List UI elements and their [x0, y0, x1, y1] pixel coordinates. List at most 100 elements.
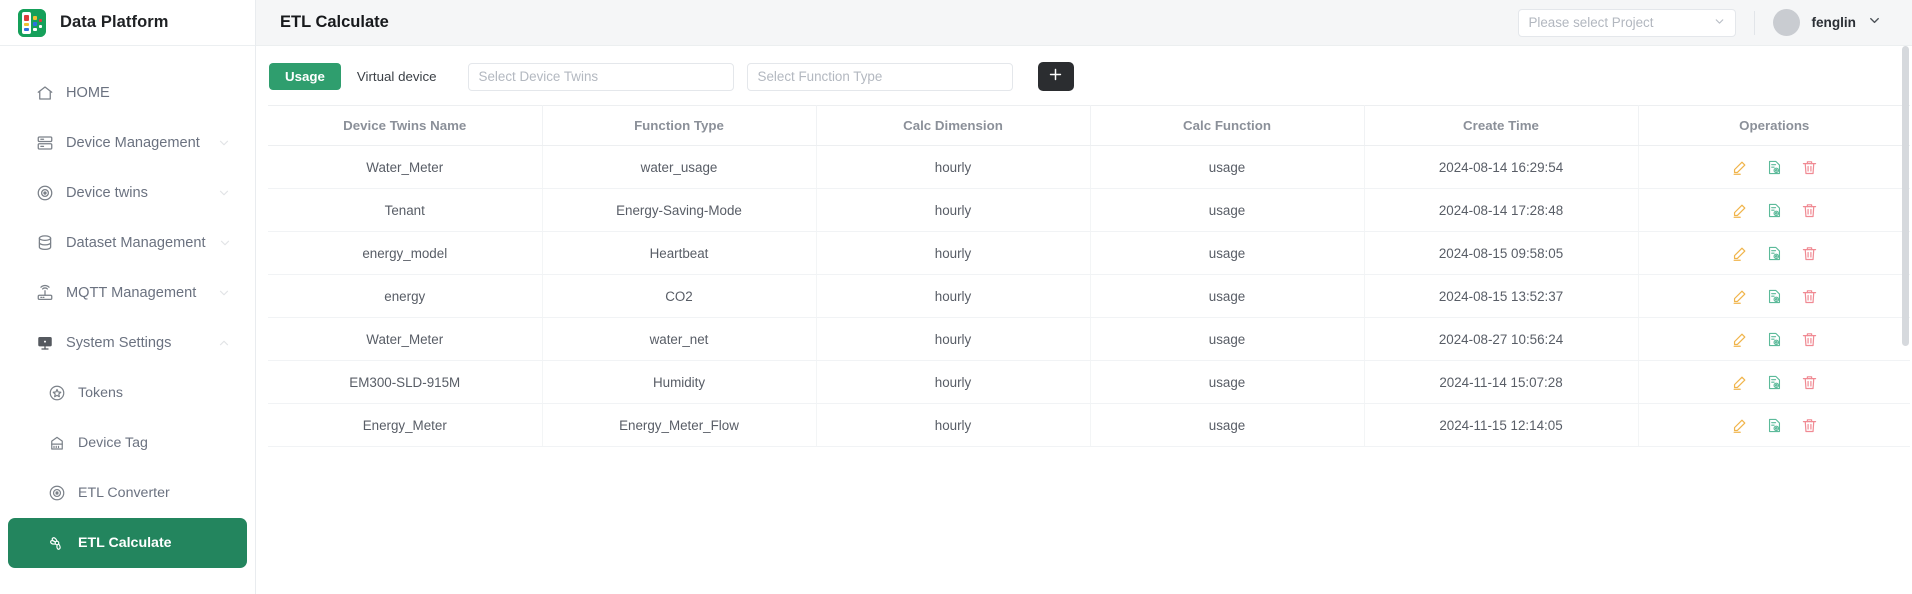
vertical-scrollbar[interactable]: [1902, 46, 1909, 594]
chevron-down-icon[interactable]: [218, 236, 232, 250]
cell-calc-dimension: hourly: [816, 231, 1091, 275]
cell-calc-function: usage: [1090, 317, 1365, 361]
topbar: ETL Calculate Please select Project feng…: [256, 0, 1912, 46]
cell-function-type: Humidity: [542, 360, 817, 404]
table-row[interactable]: EM300-SLD-915M Humidity hourly usage 202…: [268, 360, 1910, 404]
edit-icon[interactable]: [1731, 245, 1748, 262]
sidebar-item-home[interactable]: HOME: [8, 68, 247, 118]
row-operations: [1639, 159, 1911, 176]
edit-icon[interactable]: [1731, 417, 1748, 434]
target-icon: [36, 184, 54, 202]
converter-icon: [48, 484, 66, 502]
cell-create-time: 2024-08-14 16:29:54: [1364, 145, 1639, 189]
sidebar-item-device-tag[interactable]: Device Tag: [8, 418, 247, 468]
table-row[interactable]: energy_model Heartbeat hourly usage 2024…: [268, 231, 1911, 275]
cell-calc-dimension: hourly: [816, 403, 1091, 447]
sidebar-item-label: Device Tag: [78, 435, 148, 451]
delete-icon[interactable]: [1801, 374, 1818, 391]
detail-icon[interactable]: [1766, 245, 1783, 262]
chevron-up-icon[interactable]: [217, 336, 231, 350]
tab-virtual-device[interactable]: Virtual device: [340, 63, 453, 90]
chevron-down-icon[interactable]: [217, 286, 231, 300]
table-head: Device Twins Name Function Type Calc Dim…: [268, 105, 1910, 146]
cell-device-twins-name: Water_Meter: [268, 317, 543, 361]
delete-icon[interactable]: [1801, 331, 1818, 348]
function-type-filter-input[interactable]: Select Function Type: [746, 62, 1013, 91]
detail-icon[interactable]: [1766, 159, 1783, 176]
cell-calc-function: usage: [1090, 145, 1365, 189]
sidebar-item-tokens[interactable]: Tokens: [8, 368, 247, 418]
cell-calc-function: usage: [1090, 231, 1365, 275]
cell-device-twins-name: Water_Meter: [268, 145, 543, 189]
table-row[interactable]: Tenant Energy-Saving-Mode hourly usage 2…: [268, 188, 1911, 232]
app-root: Data Platform HOME Device Management Dev…: [0, 0, 1912, 594]
detail-icon[interactable]: [1766, 202, 1783, 219]
delete-icon[interactable]: [1801, 159, 1818, 176]
row-operations: [1639, 202, 1911, 219]
cell-calc-function: usage: [1090, 274, 1365, 318]
project-select[interactable]: Please select Project: [1518, 8, 1737, 37]
device-twins-filter-input[interactable]: Select Device Twins: [467, 62, 734, 91]
edit-icon[interactable]: [1731, 159, 1748, 176]
topbar-divider: [1754, 10, 1756, 35]
token-badge-icon: [48, 384, 66, 402]
row-operations: [1639, 417, 1911, 434]
tab-usage[interactable]: Usage: [269, 63, 341, 90]
edit-icon[interactable]: [1731, 288, 1748, 305]
chevron-down-icon[interactable]: [217, 186, 231, 200]
cell-function-type: Heartbeat: [542, 231, 817, 275]
detail-icon[interactable]: [1766, 331, 1783, 348]
col-calc-dimension: Calc Dimension: [816, 105, 1091, 146]
delete-icon[interactable]: [1801, 245, 1818, 262]
sidebar-item-label: ETL Converter: [78, 485, 170, 501]
cell-calc-dimension: hourly: [816, 145, 1091, 189]
scrollbar-thumb[interactable]: [1902, 46, 1909, 346]
sidebar-item-system-settings[interactable]: System Settings: [8, 318, 247, 368]
delete-icon[interactable]: [1801, 417, 1818, 434]
cell-device-twins-name: energy_model: [268, 231, 543, 275]
cell-create-time: 2024-08-27 10:56:24: [1364, 317, 1639, 361]
user-menu[interactable]: fenglin: [1773, 9, 1882, 36]
col-operations: Operations: [1638, 105, 1910, 146]
detail-icon[interactable]: [1766, 417, 1783, 434]
edit-icon[interactable]: [1731, 202, 1748, 219]
detail-icon[interactable]: [1766, 374, 1783, 391]
sidebar-item-device-twins[interactable]: Device twins: [8, 168, 247, 218]
server-icon: [36, 134, 54, 152]
delete-icon[interactable]: [1801, 288, 1818, 305]
cell-device-twins-name: energy: [268, 274, 543, 318]
table-row[interactable]: Water_Meter water_usage hourly usage 202…: [268, 145, 1911, 189]
cell-function-type: water_net: [542, 317, 817, 361]
table-row[interactable]: Energy_Meter Energy_Meter_Flow hourly us…: [268, 403, 1911, 447]
sidebar-item-mqtt-management[interactable]: MQTT Management: [8, 268, 247, 318]
delete-icon[interactable]: [1801, 202, 1818, 219]
row-operations: [1639, 245, 1911, 262]
cell-create-time: 2024-08-14 17:28:48: [1364, 188, 1639, 232]
chevron-down-icon[interactable]: [217, 136, 231, 150]
sidebar-item-dataset-management[interactable]: Dataset Management: [8, 218, 247, 268]
sidebar-item-etl-converter[interactable]: ETL Converter: [8, 468, 247, 518]
sidebar-item-label: HOME: [66, 85, 110, 101]
col-create-time: Create Time: [1364, 105, 1639, 146]
edit-icon[interactable]: [1731, 331, 1748, 348]
project-select-placeholder: Please select Project: [1528, 15, 1654, 30]
cell-function-type: CO2: [542, 274, 817, 318]
device-twins-filter-placeholder: Select Device Twins: [478, 69, 599, 84]
cell-function-type: Energy-Saving-Mode: [542, 188, 817, 232]
sidebar-item-label: System Settings: [66, 335, 172, 351]
toolbar: Usage Virtual device Select Device Twins…: [256, 46, 1912, 105]
plus-icon: [1047, 66, 1064, 88]
sidebar-item-label: Dataset Management: [66, 235, 206, 251]
cell-create-time: 2024-11-15 12:14:05: [1364, 403, 1639, 447]
col-device-twins-name: Device Twins Name: [268, 105, 543, 146]
table-row[interactable]: energy CO2 hourly usage 2024-08-15 13:52…: [268, 274, 1910, 318]
sidebar-item-etl-calculate[interactable]: ETL Calculate: [8, 518, 247, 568]
database-icon: [36, 234, 54, 252]
chevron-down-icon[interactable]: [1867, 13, 1882, 33]
detail-icon[interactable]: [1766, 288, 1783, 305]
table-row[interactable]: Water_Meter water_net hourly usage 2024-…: [268, 317, 1910, 361]
add-button[interactable]: [1037, 62, 1074, 91]
cell-device-twins-name: Tenant: [268, 188, 543, 232]
sidebar-item-device-management[interactable]: Device Management: [8, 118, 247, 168]
edit-icon[interactable]: [1731, 374, 1748, 391]
